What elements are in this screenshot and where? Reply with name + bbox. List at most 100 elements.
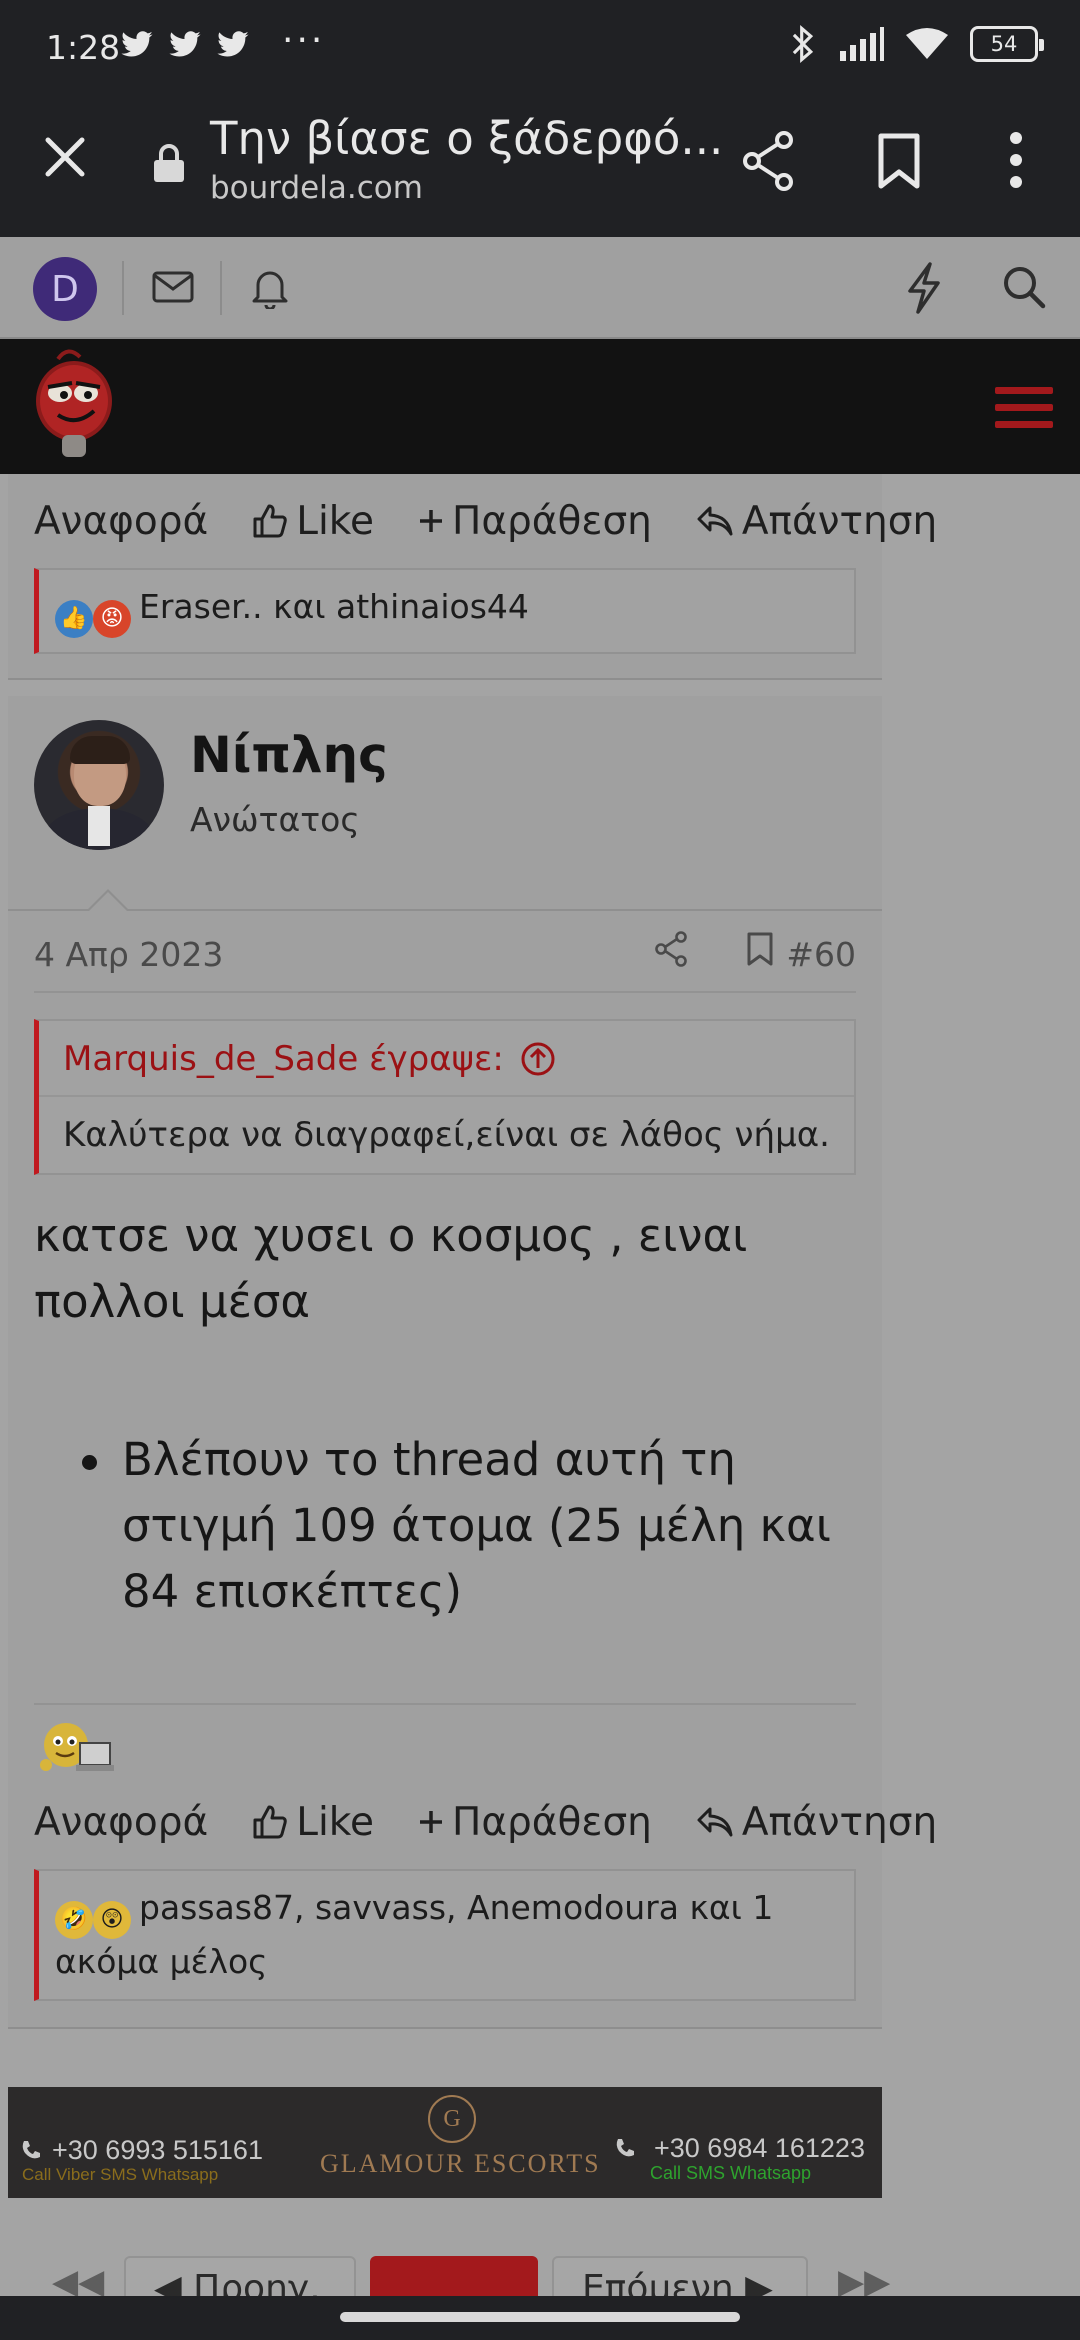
ad-sub-left: Call Viber SMS Whatsapp bbox=[22, 2165, 219, 2184]
bullet bbox=[82, 1455, 97, 1470]
post-user-role: Ανώτατος bbox=[190, 800, 360, 839]
more-notifications-icon: ··· bbox=[282, 20, 326, 61]
like-reaction-icon: 👍 bbox=[55, 600, 93, 638]
thread-column: Αναφορά Like Παράθεση Απάντηση 👍 😡 Eraser.… bbox=[8, 474, 937, 2029]
signature-divider bbox=[34, 1703, 856, 1705]
reactions-summary[interactable]: 👍 😡 Eraser.. και athinaios44 bbox=[34, 568, 856, 654]
reactions-text: Eraser.. και athinaios44 bbox=[139, 587, 529, 626]
hamburger-menu-icon[interactable] bbox=[995, 387, 1053, 438]
laughing-reaction-icon: 🤣 bbox=[55, 1901, 93, 1939]
ad-phone-right: +30 6984 161223 bbox=[654, 2133, 865, 2163]
quote-button[interactable]: Παράθεση bbox=[418, 499, 652, 544]
twitter-icon bbox=[121, 31, 153, 57]
reply-label: Απάντηση bbox=[741, 498, 938, 544]
mail-icon[interactable] bbox=[152, 271, 194, 303]
quote-label: Παράθεση bbox=[452, 1799, 652, 1845]
battery-indicator: 54 bbox=[970, 26, 1044, 62]
laptop-smiley-icon bbox=[40, 1723, 114, 1771]
lock-icon bbox=[154, 144, 184, 182]
current-page[interactable] bbox=[370, 2256, 538, 2296]
prev-page-button[interactable]: ◀ Προηγ. bbox=[124, 2256, 356, 2296]
last-page-button[interactable]: ▶▶ bbox=[838, 2262, 890, 2296]
post-meta: 4 Απρ 2023 #60 bbox=[34, 911, 856, 993]
quote-text: Καλύτερα να διαγραφεί,είναι σε λάθος νήμ… bbox=[63, 1115, 830, 1155]
list-item-text: Βλέπουν το thread αυτή τη στιγμή 109 άτο… bbox=[122, 1433, 831, 1618]
bluetooth-icon bbox=[792, 25, 814, 63]
user-avatar-photo[interactable] bbox=[34, 720, 164, 850]
status-time: 1:28 bbox=[46, 28, 121, 67]
bell-icon[interactable] bbox=[250, 265, 290, 309]
ad-phone-left: +30 6993 515161 bbox=[52, 2135, 263, 2165]
divider bbox=[122, 261, 124, 315]
site-logo[interactable] bbox=[28, 343, 120, 469]
reply-button[interactable]: Απάντηση bbox=[696, 1800, 937, 1845]
post-actions: Αναφορά Like Παράθεση Απάντηση bbox=[8, 1775, 937, 1869]
bookmark-icon[interactable] bbox=[877, 132, 921, 190]
ad-banner[interactable]: +30 6993 515161 Call Viber SMS Whatsapp … bbox=[8, 2087, 882, 2198]
twitter-icon bbox=[217, 31, 249, 57]
site-header bbox=[0, 339, 1080, 474]
status-bar: 1:28 ··· 54 bbox=[0, 0, 1080, 92]
phone-icon bbox=[616, 2139, 634, 2157]
plus-icon bbox=[420, 510, 442, 532]
quote-label: Παράθεση bbox=[452, 498, 652, 544]
reply-icon bbox=[697, 506, 733, 536]
shocked-reaction-icon: 😲 bbox=[93, 1901, 131, 1939]
reactions-summary[interactable]: 🤣 😲 passas87, savvass, Anemodoura και 1 ακ… bbox=[34, 1869, 856, 2001]
quote-button[interactable]: Παράθεση bbox=[418, 1800, 652, 1845]
reply-button[interactable]: Απάντηση bbox=[696, 499, 937, 544]
post-list: Βλέπουν το thread αυτή τη στιγμή 109 άτο… bbox=[82, 1427, 856, 1625]
phone-icon bbox=[22, 2141, 40, 2159]
system-nav-bar bbox=[0, 2296, 1080, 2340]
battery-level: 54 bbox=[990, 32, 1018, 56]
close-icon[interactable] bbox=[40, 132, 90, 182]
whats-new-bolt-icon[interactable] bbox=[904, 261, 944, 315]
share-icon[interactable] bbox=[654, 931, 688, 967]
page-domain[interactable]: bourdela.com bbox=[210, 170, 423, 206]
bookmark-icon[interactable] bbox=[746, 931, 774, 967]
list-item: Βλέπουν το thread αυτή τη στιγμή 109 άτο… bbox=[82, 1427, 856, 1625]
quote-block: Marquis_de_Sade έγραψε: Καλύτερα να διαγ… bbox=[34, 1019, 856, 1175]
plus-icon bbox=[420, 1811, 442, 1833]
first-page-button[interactable]: ◀◀ bbox=[52, 2262, 104, 2296]
signal-icon bbox=[840, 27, 884, 61]
post-date[interactable]: 4 Απρ 2023 bbox=[34, 935, 223, 974]
ad-sub-right: Call SMS Whatsapp bbox=[650, 2163, 812, 2183]
post-username[interactable]: Νίπλης bbox=[190, 726, 388, 784]
browser-toolbar: Την βίασε ο ξάδερφό... bourdela.com bbox=[0, 92, 1080, 237]
report-button[interactable]: Αναφορά bbox=[34, 1800, 208, 1845]
like-button[interactable]: Like bbox=[252, 1800, 374, 1845]
quote-author: Marquis_de_Sade έγραψε: bbox=[63, 1039, 504, 1079]
report-label: Αναφορά bbox=[34, 1799, 209, 1845]
user-block-pointer bbox=[86, 889, 130, 912]
home-gesture-handle[interactable] bbox=[340, 2312, 740, 2322]
post-60: Νίπλης Ανώτατος 4 Απρ 2023 #60 Marquis_d… bbox=[8, 696, 937, 2029]
ad-brand-logo: G bbox=[428, 2095, 476, 2143]
user-avatar[interactable]: D bbox=[33, 257, 97, 321]
share-icon[interactable] bbox=[740, 130, 796, 192]
report-button[interactable]: Αναφορά bbox=[34, 499, 208, 544]
search-icon[interactable] bbox=[1002, 265, 1046, 309]
report-label: Αναφορά bbox=[34, 498, 209, 544]
reactions-text: passas87, savvass, Anemodoura και 1 ακόμ… bbox=[55, 1888, 774, 1981]
reply-label: Απάντηση bbox=[741, 1799, 938, 1845]
quote-header[interactable]: Marquis_de_Sade έγραψε: bbox=[39, 1021, 854, 1097]
like-label: Like bbox=[296, 498, 374, 544]
reply-icon bbox=[697, 1807, 733, 1837]
thumbs-up-icon bbox=[253, 504, 287, 538]
next-page-button[interactable]: Επόμενη ▶ bbox=[552, 2256, 808, 2296]
angry-reaction-icon: 😡 bbox=[93, 600, 131, 638]
thumbs-up-icon bbox=[253, 1805, 287, 1839]
like-button[interactable]: Like bbox=[252, 499, 374, 544]
page-title[interactable]: Την βίασε ο ξάδερφό... bbox=[210, 112, 723, 165]
site-user-bar: D bbox=[0, 237, 1080, 339]
more-vert-icon[interactable] bbox=[1004, 130, 1028, 190]
notification-icons bbox=[120, 30, 250, 60]
post-body-text: κατσε να χυσει ο κοσμος , ειναι πολλοι μ… bbox=[34, 1209, 748, 1328]
arrow-up-circle-icon bbox=[521, 1042, 555, 1076]
post-number[interactable]: #60 bbox=[786, 935, 856, 974]
pagination: ◀◀ ◀ Προηγ. Επόμενη ▶ ▶▶ bbox=[0, 2256, 1080, 2296]
like-label: Like bbox=[296, 1799, 374, 1845]
status-right: 54 bbox=[790, 24, 1044, 64]
twitter-icon bbox=[169, 31, 201, 57]
